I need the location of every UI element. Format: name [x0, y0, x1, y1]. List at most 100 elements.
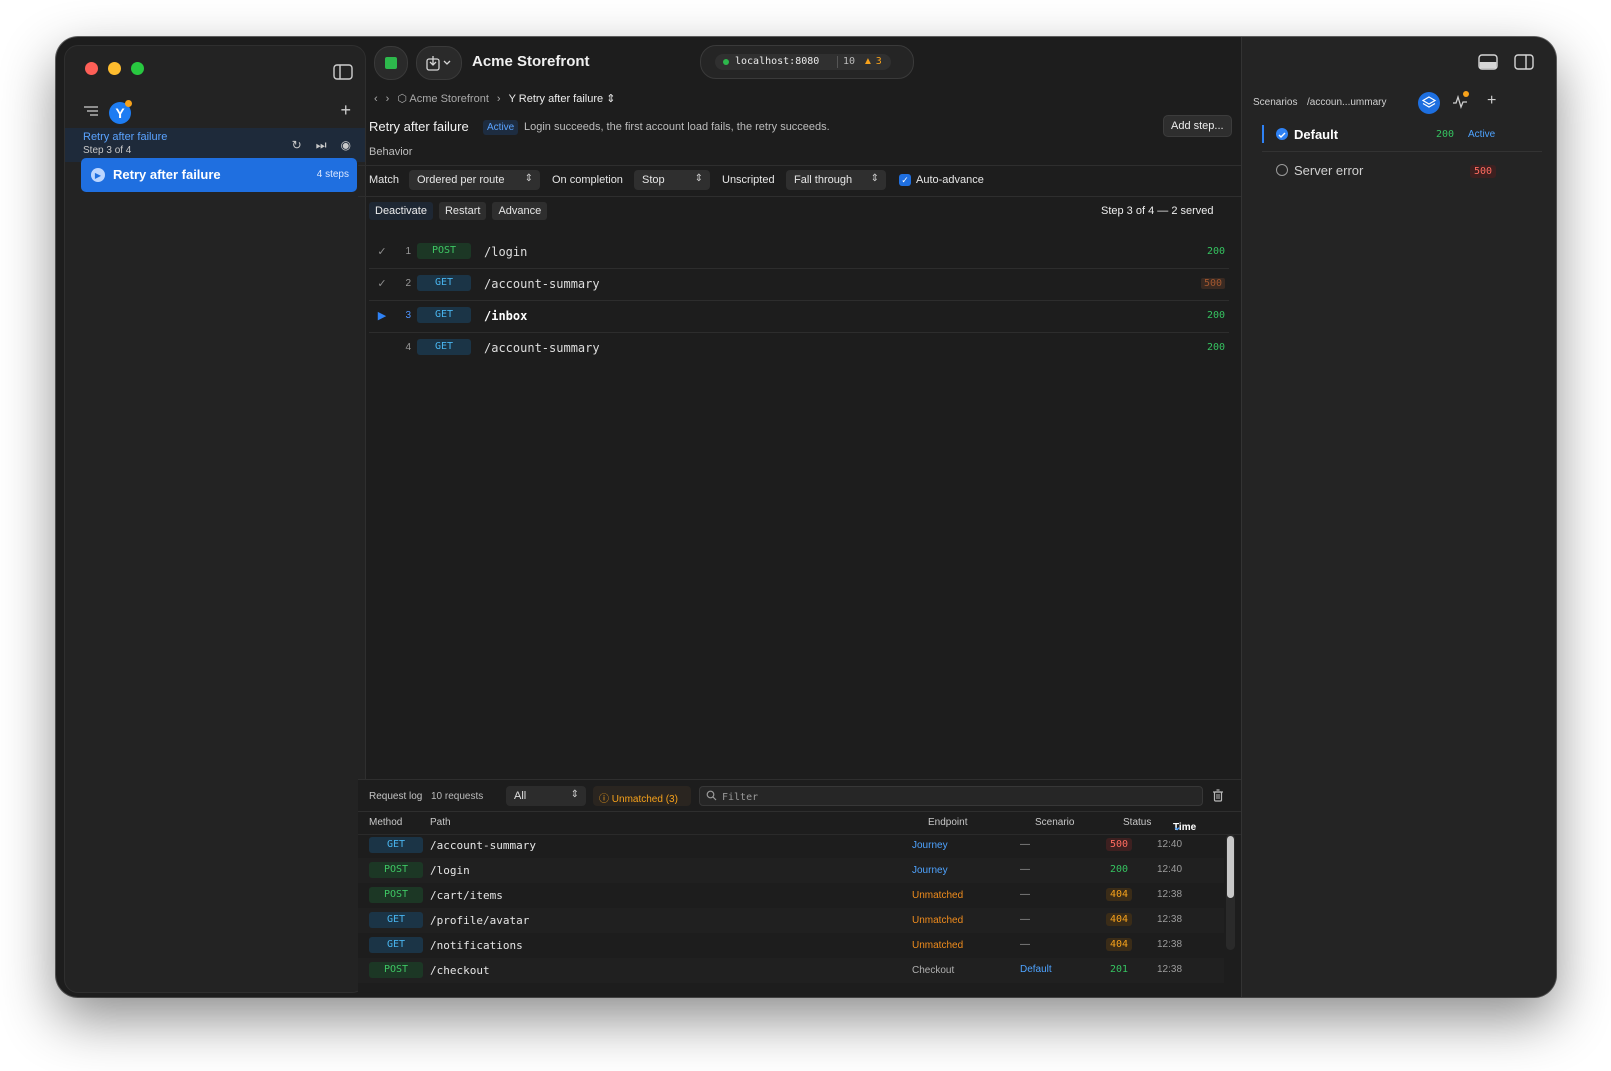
deactivate-button[interactable]: Deactivate [369, 202, 433, 220]
request-log-scrollbar[interactable] [1226, 834, 1235, 950]
table-row[interactable]: POST /cart/items Unmatched — 404 12:38 [358, 883, 1224, 908]
col-method[interactable]: Method [369, 817, 402, 828]
request-scenario: — [1020, 864, 1030, 875]
activity-icon[interactable] [1452, 94, 1468, 115]
method-badge: GET [417, 275, 471, 291]
match-select[interactable]: Ordered per route ⇕ [409, 170, 540, 190]
breadcrumb-separator: › [496, 92, 501, 105]
back-icon[interactable]: ‹ [374, 93, 378, 105]
scenario-item-server-error[interactable]: Server error 500 [1262, 153, 1542, 187]
table-row[interactable]: POST /checkout Checkout Default 201 12:3… [358, 958, 1224, 983]
request-path: /account-summary [430, 839, 536, 852]
filter-input[interactable] [720, 789, 1194, 805]
col-status[interactable]: Status [1123, 817, 1151, 828]
sidebar-item-journey[interactable]: ▶ Retry after failure 4 steps [81, 158, 357, 192]
step-path: /login [484, 245, 528, 259]
col-scenario[interactable]: Scenario [1035, 817, 1074, 828]
unmatched-filter-button[interactable]: ⓘ Unmatched (3) [593, 786, 691, 806]
request-path: /profile/avatar [430, 914, 530, 927]
minimize-window-button[interactable] [108, 62, 121, 75]
skip-forward-icon[interactable]: ⏭ [316, 138, 327, 153]
step-progress-status: Step 3 of 4 — 2 served [1101, 205, 1214, 217]
request-log-rows: GET /account-summary Journey — 500 12:40… [358, 833, 1224, 997]
add-journey-button[interactable]: + [340, 100, 351, 121]
request-path: /login [430, 864, 470, 877]
table-row[interactable]: POST /login Journey — 200 12:40 [358, 858, 1224, 883]
table-row[interactable]: GET /profile/avatar Unmatched — 404 12:3… [358, 908, 1224, 933]
on-completion-select[interactable]: Stop ⇕ [634, 170, 710, 190]
unscripted-label: Unscripted [722, 174, 775, 186]
bottom-panel-toggle-icon[interactable] [1473, 51, 1503, 73]
on-completion-label: On completion [552, 174, 623, 186]
method-badge: POST [369, 962, 423, 978]
add-step-button[interactable]: Add step... [1163, 115, 1232, 137]
zoom-window-button[interactable] [131, 62, 144, 75]
auto-advance-checkbox[interactable]: ✓ [899, 174, 911, 186]
scenario-item-default[interactable]: Default 200 Active [1262, 117, 1542, 152]
right-panel-toggle-icon[interactable] [1509, 51, 1539, 73]
scenario-status-code: 200 [1436, 129, 1455, 140]
request-status: 201 [1110, 964, 1129, 975]
scenario-radio[interactable] [1276, 164, 1288, 176]
chevron-updown-icon: ⇕ [870, 173, 879, 184]
request-status: 500 [1106, 838, 1133, 851]
request-endpoint[interactable]: Unmatched [912, 940, 963, 951]
col-endpoint[interactable]: Endpoint [928, 817, 967, 828]
step-row[interactable]: 4 GET /account-summary 200 [369, 333, 1229, 364]
sidebar: Y + Retry after failure Step 3 of 4 ↻ ⏭ … [64, 45, 366, 993]
table-row[interactable]: GET /account-summary Journey — 500 12:40 [358, 833, 1224, 858]
toolbar: Acme Storefront localhost:8080 10 ▲ 3 [364, 37, 1241, 87]
trash-icon[interactable] [1212, 789, 1224, 807]
journey-item-count: 4 steps [316, 169, 349, 180]
unscripted-select[interactable]: Fall through ⇕ [786, 170, 886, 190]
sidebar-toggle-icon[interactable] [333, 64, 353, 85]
server-status-pill[interactable]: localhost:8080 10 ▲ 3 [700, 45, 914, 79]
scenarios-panel: Scenarios /accoun...ummary + Default 200… [1241, 37, 1556, 997]
step-path: /account-summary [484, 341, 600, 355]
stop-server-button[interactable] [374, 46, 408, 80]
restart-icon[interactable]: ↻ [292, 138, 302, 153]
request-status: 404 [1106, 888, 1133, 901]
step-row[interactable]: ✓ 2 GET /account-summary 500 [369, 269, 1229, 301]
warning-icon: ▲ [863, 56, 873, 67]
download-menu-button[interactable] [416, 46, 462, 80]
advance-button[interactable]: Advance [492, 202, 548, 220]
breadcrumb-journey[interactable]: Y Retry after failure ⇕ [509, 92, 616, 105]
match-label: Match [369, 174, 399, 186]
add-scenario-button[interactable]: + [1487, 92, 1496, 110]
request-log-filter-select[interactable]: All ⇕ [506, 786, 586, 806]
request-scenario[interactable]: Default [1020, 964, 1052, 975]
scenario-radio[interactable] [1276, 128, 1288, 140]
scrollbar-thumb[interactable] [1227, 836, 1234, 898]
request-log-panel: Request log 10 requests All ⇕ ⓘ Unmatched… [358, 779, 1241, 997]
restart-button[interactable]: Restart [438, 202, 487, 220]
forward-icon[interactable]: › [386, 93, 390, 105]
request-path: /checkout [430, 964, 490, 977]
request-endpoint[interactable]: Checkout [912, 965, 954, 976]
table-row[interactable]: GET /notifications Unmatched — 404 12:38 [358, 933, 1224, 958]
request-endpoint[interactable]: Journey [912, 865, 948, 876]
journey-title: Retry after failure [369, 119, 469, 134]
search-icon [706, 790, 717, 801]
stop-circle-icon[interactable]: ◉ [341, 138, 351, 153]
request-status: 404 [1106, 913, 1133, 926]
breadcrumb-project[interactable]: ⬡ Acme Storefront [397, 92, 489, 105]
journey-description: Login succeeds, the first account load f… [524, 121, 830, 133]
request-endpoint[interactable]: Journey [912, 840, 948, 851]
request-endpoint[interactable]: Unmatched [912, 890, 963, 901]
request-scenario: — [1020, 839, 1030, 850]
close-window-button[interactable] [85, 62, 98, 75]
layers-icon[interactable] [1418, 92, 1440, 114]
active-indicator [1262, 125, 1264, 143]
play-icon: ▶ [91, 168, 105, 182]
request-time: 12:40 [1157, 864, 1183, 875]
method-badge: GET [369, 912, 423, 928]
step-path: /account-summary [484, 277, 600, 291]
method-badge: GET [417, 339, 471, 355]
request-endpoint[interactable]: Unmatched [912, 915, 963, 926]
col-path[interactable]: Path [430, 817, 451, 828]
active-journey-title: Retry after failure [83, 131, 168, 143]
list-menu-icon[interactable] [83, 104, 99, 122]
step-row-current[interactable]: ▶ 3 GET /inbox 200 [369, 301, 1229, 333]
step-row[interactable]: ✓ 1 POST /login 200 [369, 237, 1229, 269]
